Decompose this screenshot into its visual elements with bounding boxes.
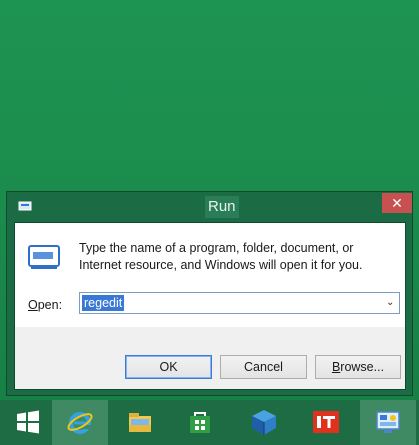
run-prompt-icon [28, 245, 60, 269]
ok-button[interactable]: OK [125, 355, 212, 379]
open-label: Open: [28, 298, 62, 312]
taskbar-store[interactable] [172, 400, 228, 445]
taskbar-app-cube[interactable] [236, 400, 292, 445]
title-bar[interactable]: Run ✕ [7, 192, 412, 222]
taskbar-it-app[interactable] [298, 400, 354, 445]
start-button[interactable] [0, 400, 56, 445]
it-app-icon [313, 411, 339, 433]
control-panel-icon [376, 411, 400, 433]
windows-start-icon [17, 410, 39, 434]
taskbar-internet-explorer[interactable] [52, 400, 108, 445]
dialog-body: Type the name of a program, folder, docu… [14, 222, 406, 390]
open-input-value[interactable]: regedit [82, 295, 125, 311]
button-area: OK Cancel Browse... [15, 327, 405, 389]
open-combobox[interactable]: regedit ⌄ [79, 292, 400, 314]
close-button[interactable]: ✕ [382, 193, 412, 213]
taskbar [0, 400, 419, 445]
chevron-down-icon[interactable]: ⌄ [386, 296, 396, 310]
taskbar-control-panel[interactable] [360, 400, 416, 445]
browse-button[interactable]: Browse... [315, 355, 401, 379]
app-cube-icon [252, 410, 276, 435]
taskbar-file-explorer[interactable] [112, 400, 168, 445]
open-label-rest: pen: [37, 298, 63, 312]
browse-label-rest: rowse... [340, 360, 385, 374]
dialog-title: Run [205, 196, 239, 218]
run-app-icon [18, 201, 32, 211]
cancel-button[interactable]: Cancel [220, 355, 307, 379]
store-icon [190, 412, 210, 433]
open-label-accesskey: O [28, 298, 38, 312]
file-explorer-icon [129, 413, 151, 432]
run-dialog: Run ✕ Type the name of a program, folder… [6, 191, 413, 396]
internet-explorer-icon [67, 412, 93, 434]
instruction-text: Type the name of a program, folder, docu… [79, 241, 363, 272]
